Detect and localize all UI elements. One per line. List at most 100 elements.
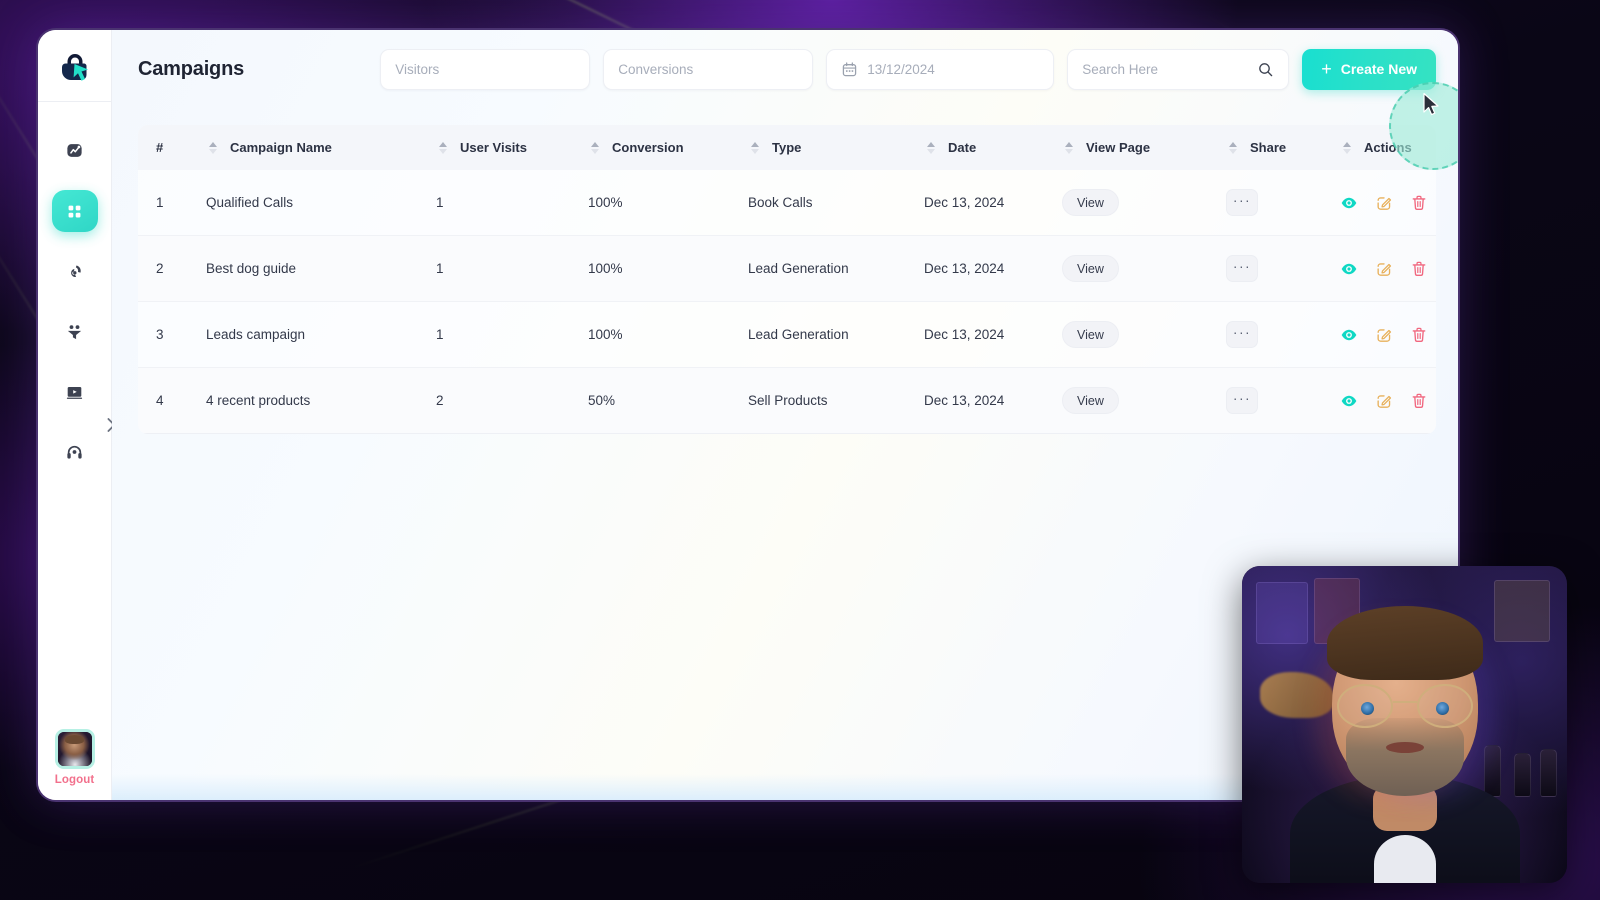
sidebar-footer: Logout (38, 729, 111, 786)
column-label: Campaign Name (230, 140, 332, 155)
analytics-icon (67, 143, 82, 157)
cell-actions (1340, 367, 1436, 434)
edit-pencil-icon[interactable] (1375, 326, 1393, 344)
visitors-input[interactable]: Visitors (380, 48, 591, 90)
cell-view-page: View (1062, 235, 1226, 302)
calendar-icon (842, 61, 857, 76)
cell-campaign-name: Qualified Calls (206, 170, 436, 236)
presenter-webcam (1242, 566, 1567, 883)
table-row[interactable]: 3 Leads campaign 1 100% Lead Generation Dec 1… (138, 301, 1436, 368)
search-input[interactable]: Search Here (1067, 48, 1290, 90)
sidebar-item-support[interactable] (52, 432, 98, 472)
column-header-share[interactable]: Share (1226, 125, 1340, 170)
edit-pencil-icon[interactable] (1375, 392, 1393, 410)
support-icon (67, 445, 82, 459)
delete-trash-icon[interactable] (1410, 194, 1428, 212)
column-label: Share (1250, 140, 1287, 155)
webcam-person-beard (1345, 718, 1464, 796)
brand-logo[interactable] (38, 30, 111, 102)
table-header-row: # Campaign Name User Visits Conversion T… (138, 125, 1436, 170)
cell-campaign-name: 4 recent products (206, 367, 436, 434)
delete-trash-icon[interactable] (1410, 392, 1428, 410)
cell-num: 3 (138, 301, 206, 368)
lock-cursor-logo-icon (61, 53, 88, 81)
table-row[interactable]: 44 recent products 2 50% Sell Products Dec 1… (138, 367, 1436, 434)
view-button[interactable]: View (1062, 321, 1119, 348)
sort-icon[interactable] (1226, 141, 1240, 154)
avatar[interactable] (54, 729, 95, 769)
cell-type: Lead Generation (748, 235, 924, 302)
cell-date: Dec 13, 2024 (924, 170, 1062, 236)
delete-trash-icon[interactable] (1410, 260, 1428, 278)
column-header-view-page[interactable]: View Page (1062, 125, 1226, 170)
sort-icon[interactable] (588, 141, 602, 154)
sort-icon[interactable] (206, 141, 220, 154)
sort-icon[interactable] (924, 141, 938, 154)
cell-share: ··· (1226, 367, 1340, 434)
sidebar-item-media[interactable] (52, 372, 98, 412)
sidebar-item-analytics[interactable] (52, 130, 98, 170)
column-header-name[interactable]: Campaign Name (206, 125, 436, 170)
cell-conversion: 50% (588, 367, 748, 434)
column-header-num[interactable]: # (138, 125, 206, 170)
cell-type: Lead Generation (748, 301, 924, 368)
sort-icon[interactable] (1062, 141, 1076, 154)
search-icon[interactable] (1257, 61, 1274, 78)
column-header-date[interactable]: Date (924, 125, 1062, 170)
column-label: Conversion (612, 140, 684, 155)
column-label: User Visits (460, 140, 527, 155)
share-button[interactable]: ··· (1226, 321, 1258, 348)
cell-num: 2 (138, 235, 206, 302)
sidebar-item-audience[interactable] (52, 312, 98, 352)
video-icon (66, 386, 83, 399)
table-row[interactable]: 1 Qualified Calls 1 100% Book Calls Dec 13, 2… (138, 170, 1436, 236)
view-button[interactable]: View (1062, 189, 1119, 216)
webcam-person-eye (1435, 702, 1449, 715)
sidebar: Logout (38, 30, 115, 800)
cell-view-page: View (1062, 367, 1226, 434)
view-eye-icon[interactable] (1340, 194, 1358, 212)
cell-num: 1 (138, 170, 206, 236)
delete-trash-icon[interactable] (1410, 326, 1428, 344)
create-new-button[interactable]: + Create New (1302, 48, 1436, 90)
share-button[interactable]: ··· (1226, 387, 1258, 414)
cell-conversion: 100% (588, 235, 748, 302)
cell-date: Dec 13, 2024 (924, 235, 1062, 302)
rocket-icon (71, 265, 81, 277)
share-button[interactable]: ··· (1226, 189, 1258, 216)
webcam-shelf-item (1256, 582, 1308, 644)
cell-user-visits: 1 (436, 235, 588, 302)
cell-actions (1340, 235, 1436, 302)
webcam-shelf-item (1494, 580, 1550, 642)
webcam-decor-bottle (1484, 745, 1501, 797)
webcam-person-hair (1326, 606, 1483, 680)
sort-icon[interactable] (1340, 141, 1354, 154)
edit-pencil-icon[interactable] (1375, 194, 1393, 212)
create-new-label: Create New (1340, 61, 1417, 77)
column-header-type[interactable]: Type (748, 125, 924, 170)
view-button[interactable]: View (1062, 387, 1119, 414)
conversions-input[interactable]: Conversions (603, 48, 814, 90)
sort-icon[interactable] (436, 141, 450, 154)
sidebar-item-campaigns[interactable] (52, 252, 98, 292)
view-eye-icon[interactable] (1340, 326, 1358, 344)
webcam-person-mouth (1385, 742, 1424, 753)
date-input[interactable]: 13/12/2024 (826, 48, 1055, 90)
cell-date: Dec 13, 2024 (924, 301, 1062, 368)
view-eye-icon[interactable] (1340, 260, 1358, 278)
sort-icon[interactable] (748, 141, 762, 154)
table-row[interactable]: 2 Best dog guide 1 100% Lead Generation Dec 1… (138, 235, 1436, 302)
view-eye-icon[interactable] (1340, 392, 1358, 410)
column-header-visits[interactable]: User Visits (436, 125, 588, 170)
sidebar-item-dashboard[interactable] (51, 190, 98, 232)
view-button[interactable]: View (1062, 255, 1119, 282)
share-button[interactable]: ··· (1226, 255, 1258, 282)
edit-pencil-icon[interactable] (1375, 260, 1393, 278)
toolbar-controls: Visitors Conversions 13/12/2024 Search H… (380, 48, 1436, 90)
conversions-placeholder: Conversions (618, 61, 694, 77)
column-header-actions[interactable]: Actions (1340, 125, 1436, 170)
column-header-conversion[interactable]: Conversion (588, 125, 748, 170)
webcam-decor-bottle (1540, 749, 1557, 797)
logout-button[interactable]: Logout (55, 774, 95, 786)
cell-actions (1340, 170, 1436, 236)
